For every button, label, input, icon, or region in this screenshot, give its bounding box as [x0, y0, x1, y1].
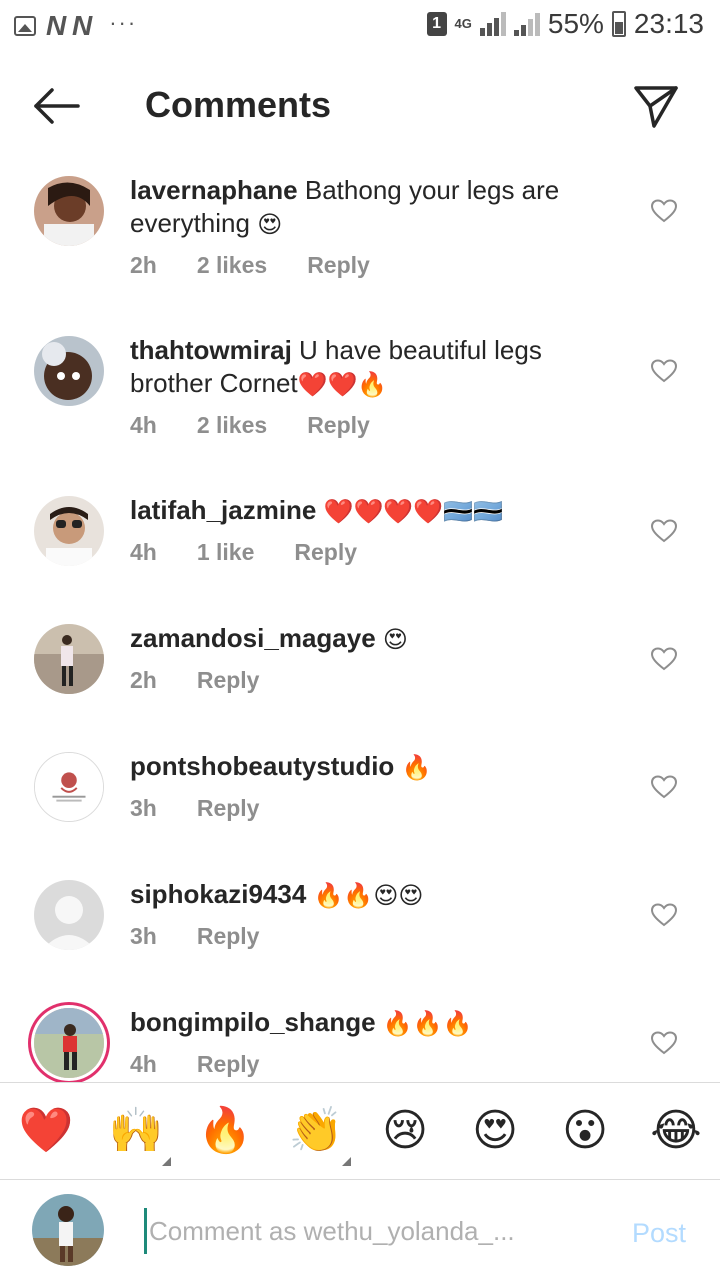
- avatar[interactable]: [34, 1008, 104, 1078]
- emoji-crying-button[interactable]: 😢: [375, 1101, 435, 1161]
- avatar[interactable]: [34, 176, 104, 246]
- comment-likes[interactable]: 1 like: [197, 539, 255, 566]
- comments-list[interactable]: lavernaphane Bathong your legs are every…: [0, 160, 720, 1082]
- heart-icon[interactable]: [651, 903, 677, 927]
- n-notification-icons: N N: [46, 10, 92, 41]
- back-button[interactable]: [30, 82, 82, 130]
- avatar[interactable]: [34, 880, 104, 950]
- heart-icon[interactable]: [651, 775, 677, 799]
- comment-time: 4h: [130, 1051, 157, 1077]
- comment-meta: 4h 2 likes Reply: [130, 412, 370, 439]
- comment-likes[interactable]: 2 likes: [197, 252, 267, 279]
- comment-emoji: 🔥🔥🔥: [382, 1010, 473, 1038]
- status-right: 1 4G 55% 23:13: [426, 8, 704, 40]
- heart-icon[interactable]: [651, 199, 677, 223]
- skin-tone-indicator-icon: [342, 1157, 351, 1166]
- comment-time: 2h: [130, 252, 157, 278]
- comment-username[interactable]: zamandosi_magaye: [130, 623, 376, 653]
- comment-text: latifah_jazmine ❤️❤️❤️❤️🇧🇼🇧🇼: [130, 494, 610, 529]
- avatar[interactable]: [34, 624, 104, 694]
- reply-button[interactable]: Reply: [197, 923, 260, 950]
- comment-text: zamandosi_magaye 😍: [130, 622, 610, 657]
- comment-emoji: 😍: [257, 211, 283, 239]
- heart-icon[interactable]: [651, 647, 677, 671]
- avatar[interactable]: [34, 752, 104, 822]
- comment-emoji: 🔥: [401, 754, 432, 782]
- comment-username[interactable]: siphokazi9434: [130, 879, 306, 909]
- emoji-raised-hands-button[interactable]: 🙌: [106, 1101, 166, 1161]
- comment-meta: 4h 1 like Reply: [130, 539, 357, 566]
- emoji-surprised-button[interactable]: 😮: [555, 1101, 615, 1161]
- comment-meta: 2h Reply: [130, 667, 259, 694]
- page-title: Comments: [145, 84, 332, 125]
- emoji-clap-button[interactable]: 👏: [286, 1101, 346, 1161]
- comment-time: 3h: [130, 795, 157, 821]
- comment-text: siphokazi9434 🔥🔥😍😍: [130, 878, 610, 913]
- reply-button[interactable]: Reply: [294, 539, 357, 566]
- comment-text: bongimpilo_shange 🔥🔥🔥: [130, 1006, 610, 1041]
- comment-username[interactable]: lavernaphane: [130, 175, 298, 205]
- avatar[interactable]: [34, 336, 104, 406]
- share-button[interactable]: [630, 80, 682, 132]
- heart-icon[interactable]: [651, 359, 677, 383]
- comment-emoji: ❤️❤️🔥: [297, 371, 388, 399]
- comment-username[interactable]: pontshobeautystudio: [130, 751, 394, 781]
- comment-time: 4h: [130, 412, 157, 438]
- comment-emoji: ❤️❤️❤️❤️🇧🇼🇧🇼: [323, 498, 503, 526]
- emoji-quick-bar: ❤️ 🙌 🔥 👏 😢 😍 😮 😂: [0, 1082, 720, 1180]
- comment-time: 4h: [130, 539, 157, 565]
- emoji-fire-button[interactable]: 🔥: [195, 1101, 255, 1161]
- comment-meta: 3h Reply: [130, 923, 259, 950]
- comment-username[interactable]: bongimpilo_shange: [130, 1007, 376, 1037]
- reply-button[interactable]: Reply: [197, 1051, 260, 1078]
- comment-text: pontshobeautystudio 🔥: [130, 750, 610, 785]
- comment-meta: 3h Reply: [130, 795, 259, 822]
- gallery-notification-icon: [14, 16, 36, 36]
- comment-text: lavernaphane Bathong your legs are every…: [130, 174, 610, 242]
- emoji-heart-eyes-button[interactable]: 😍: [465, 1101, 525, 1161]
- reply-button[interactable]: Reply: [197, 667, 260, 694]
- comment-username[interactable]: latifah_jazmine: [130, 495, 316, 525]
- comment-meta: 2h 2 likes Reply: [130, 252, 370, 279]
- my-avatar: [32, 1194, 104, 1266]
- paper-plane-icon: [634, 86, 678, 128]
- comment-username[interactable]: thahtowmiraj: [130, 335, 292, 365]
- battery-percent: 55%: [547, 8, 604, 39]
- reply-button[interactable]: Reply: [197, 795, 260, 822]
- comment-emoji: 😍: [382, 626, 408, 654]
- comment-time: 2h: [130, 667, 157, 693]
- skin-tone-indicator-icon: [162, 1157, 171, 1166]
- reply-button[interactable]: Reply: [307, 412, 370, 439]
- signal-icon: [479, 12, 506, 36]
- reply-button[interactable]: Reply: [307, 252, 370, 279]
- comment-emoji: 🔥🔥😍😍: [313, 882, 424, 910]
- comment-input[interactable]: [144, 1208, 601, 1254]
- sim-indicator: 1: [426, 12, 447, 36]
- back-arrow-icon: [34, 88, 80, 124]
- battery-icon: [611, 11, 626, 37]
- avatar[interactable]: [34, 496, 104, 566]
- heart-icon[interactable]: [651, 519, 677, 543]
- comment-text: thahtowmiraj U have beautiful legs broth…: [130, 334, 610, 402]
- post-button[interactable]: Post: [632, 1218, 686, 1249]
- signal-2-icon: [513, 12, 540, 36]
- emoji-heart-button[interactable]: ❤️: [16, 1101, 76, 1161]
- header: Comments: [0, 60, 720, 150]
- status-left: N N ···: [14, 10, 137, 42]
- status-bar: N N ··· 1 4G 55% 23:13: [0, 0, 720, 52]
- comment-time: 3h: [130, 923, 157, 949]
- more-notifications-icon: ···: [109, 10, 138, 35]
- network-type-icon: 4G: [454, 16, 472, 31]
- comment-meta: 4h Reply: [130, 1051, 259, 1078]
- comment-composer: Post: [0, 1180, 720, 1280]
- heart-icon[interactable]: [651, 1031, 677, 1055]
- emoji-laughing-button[interactable]: 😂: [646, 1101, 706, 1161]
- clock: 23:13: [633, 8, 704, 39]
- comment-likes[interactable]: 2 likes: [197, 412, 267, 439]
